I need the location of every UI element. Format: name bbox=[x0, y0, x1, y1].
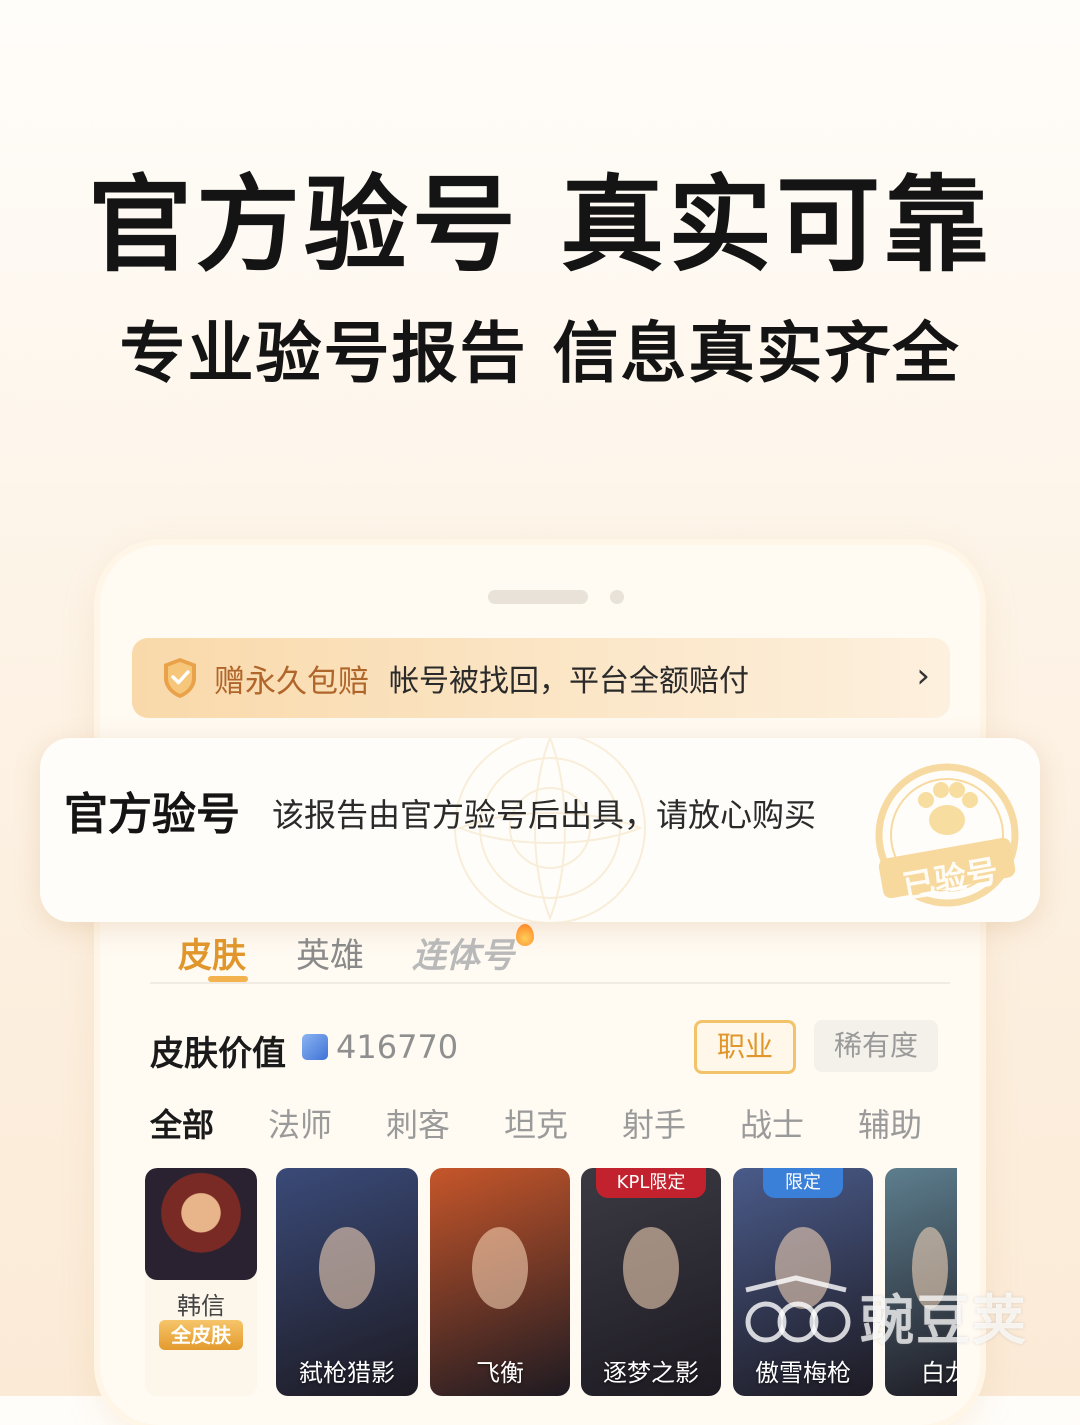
skin-name: 飞衡 bbox=[476, 1359, 524, 1387]
skin-name: 白龙 bbox=[921, 1359, 957, 1387]
category-warrior[interactable]: 战士 bbox=[740, 1100, 804, 1146]
headline-subtitle: 专业验号报告 信息真实齐全 bbox=[119, 315, 961, 392]
skin-name: 傲雪梅枪 bbox=[755, 1359, 851, 1387]
hot-flame-icon bbox=[516, 924, 534, 946]
watermark-text: 豌豆荚 bbox=[860, 1289, 1028, 1352]
sort-by-job-button[interactable]: 职业 bbox=[694, 1020, 796, 1074]
skin-value-number: 416770 bbox=[336, 1028, 459, 1066]
category-tank[interactable]: 坦克 bbox=[504, 1100, 568, 1146]
tab-skins[interactable]: 皮肤 bbox=[178, 928, 246, 977]
hero-card[interactable]: 韩信 全皮肤 bbox=[145, 1168, 257, 1396]
shield-check-icon bbox=[164, 658, 196, 698]
pea-logo-icon bbox=[745, 1275, 851, 1343]
skin-card[interactable]: 弑枪猎影 bbox=[276, 1168, 418, 1396]
skin-name: 弑枪猎影 bbox=[299, 1359, 395, 1387]
skin-card[interactable]: 飞衡 bbox=[430, 1168, 570, 1396]
category-marksman[interactable]: 射手 bbox=[622, 1100, 686, 1146]
category-support[interactable]: 辅助 bbox=[858, 1100, 922, 1146]
chevron-right-icon: › bbox=[916, 656, 930, 696]
limited-badge: 限定 bbox=[763, 1168, 843, 1198]
verification-title: 官方验号 bbox=[64, 789, 240, 840]
watermark: 豌豆荚 bbox=[736, 1270, 1056, 1352]
skin-art bbox=[472, 1227, 528, 1310]
skin-value-row: 皮肤价值 416770 职业 稀有度 bbox=[150, 1020, 950, 1080]
category-assassin[interactable]: 刺客 bbox=[386, 1100, 450, 1146]
coupon-icon bbox=[302, 1034, 328, 1060]
compensation-banner[interactable]: 赠永久包赔 帐号被找回，平台全额赔付 › bbox=[132, 638, 950, 718]
phone-speaker bbox=[488, 590, 588, 604]
category-mage[interactable]: 法师 bbox=[268, 1100, 332, 1146]
category-all[interactable]: 全部 bbox=[150, 1100, 214, 1146]
hero-portrait bbox=[145, 1168, 257, 1280]
skin-card[interactable]: KPL限定 逐梦之影 bbox=[581, 1168, 721, 1396]
sort-by-rarity-button[interactable]: 稀有度 bbox=[814, 1020, 938, 1072]
tab-linked-account[interactable]: 连体号 bbox=[412, 928, 514, 977]
all-skins-badge: 全皮肤 bbox=[159, 1320, 243, 1350]
kpl-limited-badge: KPL限定 bbox=[596, 1168, 706, 1198]
tab-active-indicator bbox=[208, 976, 248, 982]
category-filter: 全部 法师 刺客 坦克 射手 战士 辅助 bbox=[150, 1100, 950, 1150]
tab-bar: 皮肤 英雄 连体号 bbox=[150, 920, 950, 984]
skin-art bbox=[623, 1227, 679, 1310]
banner-title: 赠永久包赔 bbox=[214, 663, 369, 700]
phone-camera bbox=[610, 590, 624, 604]
tab-heroes[interactable]: 英雄 bbox=[296, 928, 364, 977]
verified-stamp: 已验号 bbox=[862, 760, 1032, 910]
hero-name: 韩信 bbox=[177, 1292, 225, 1320]
banner-text: 帐号被找回，平台全额赔付 bbox=[389, 664, 749, 699]
headline-title: 官方验号 真实可靠 bbox=[87, 164, 993, 286]
skin-name: 逐梦之影 bbox=[603, 1359, 699, 1387]
official-verification-card: 官方验号 该报告由官方验号后出具，请放心购买 已验号 bbox=[40, 738, 1040, 922]
skin-value-label: 皮肤价值 bbox=[150, 1034, 286, 1074]
verification-text: 该报告由官方验号后出具，请放心购买 bbox=[272, 796, 817, 834]
skin-art bbox=[318, 1227, 376, 1310]
